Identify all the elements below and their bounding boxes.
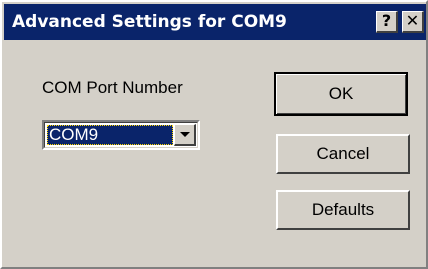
advanced-settings-dialog: Advanced Settings for COM9 ? ✕ COM Port … bbox=[0, 0, 428, 269]
com-port-select-field: COM9 bbox=[44, 122, 198, 148]
chevron-down-icon bbox=[180, 132, 190, 137]
close-button[interactable]: ✕ bbox=[402, 11, 424, 33]
close-icon: ✕ bbox=[405, 11, 420, 30]
title-bar[interactable]: Advanced Settings for COM9 ? ✕ bbox=[4, 4, 426, 40]
help-button[interactable]: ? bbox=[376, 11, 398, 33]
com-port-number-label: COM Port Number bbox=[42, 78, 183, 97]
com-port-select[interactable]: COM9 bbox=[42, 120, 200, 150]
window-title: Advanced Settings for COM9 bbox=[12, 12, 287, 32]
cancel-button[interactable]: Cancel bbox=[276, 134, 410, 174]
dropdown-button[interactable] bbox=[174, 124, 196, 146]
com-port-selected-value[interactable]: COM9 bbox=[47, 125, 173, 145]
help-icon: ? bbox=[381, 11, 392, 30]
ok-button[interactable]: OK bbox=[274, 72, 408, 116]
defaults-button[interactable]: Defaults bbox=[276, 190, 410, 230]
